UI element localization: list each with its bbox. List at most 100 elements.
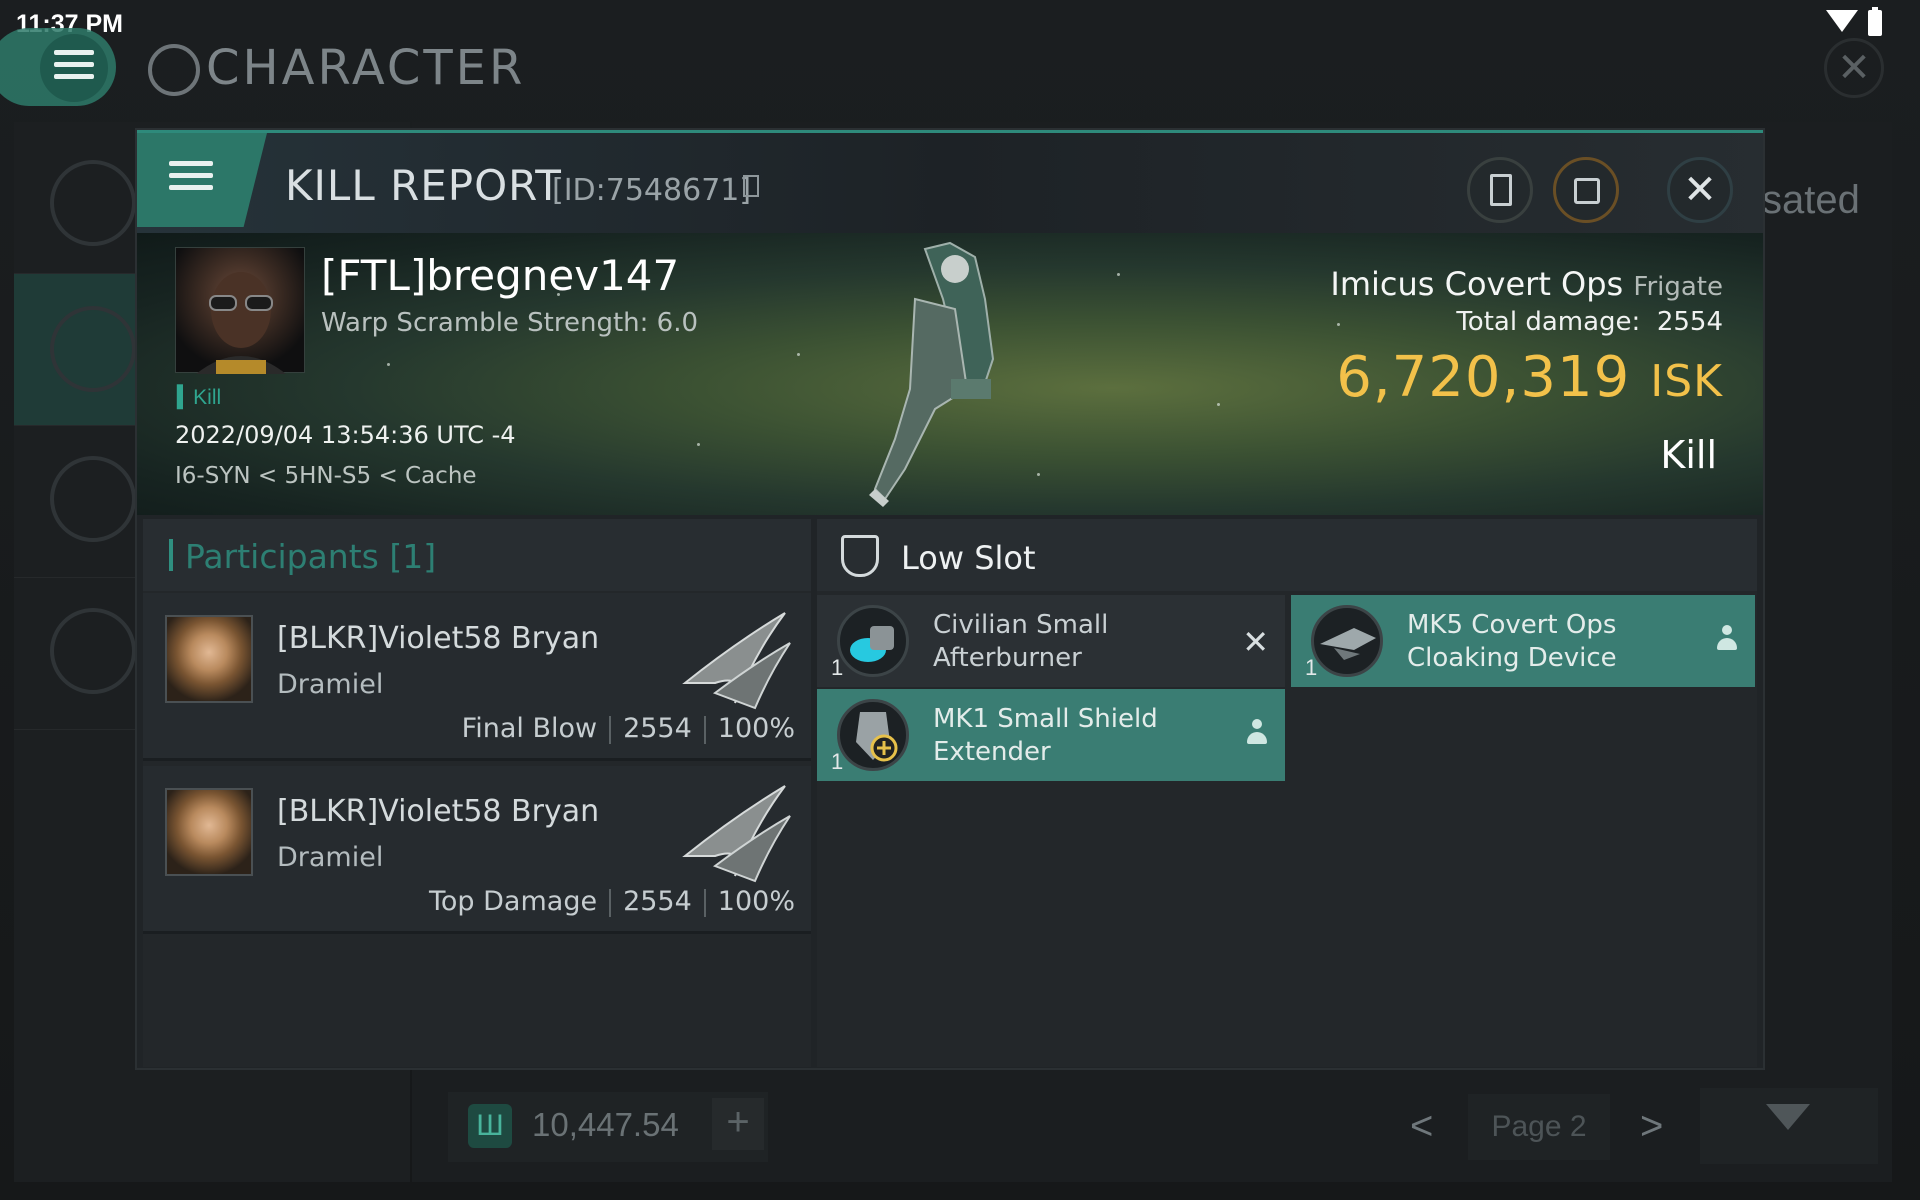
kill-datetime: 2022/09/04 13:54:36 UTC -4 — [175, 421, 516, 449]
module-quantity: 1 — [1305, 655, 1318, 680]
share-icon — [1574, 178, 1600, 204]
crossed-swords-icon — [50, 306, 136, 392]
participants-label: Participants — [185, 537, 379, 576]
result-label: Kill — [1660, 433, 1717, 477]
modal-menu-button[interactable] — [137, 133, 267, 227]
share-button[interactable] — [1553, 157, 1619, 223]
participant-row[interactable]: [BLKR]Violet58 Bryan Dramiel Top Damage 2… — [143, 766, 811, 934]
page-prev-button[interactable]: < — [1410, 1104, 1433, 1149]
avatar — [196, 272, 286, 374]
person-icon — [1247, 719, 1267, 747]
status-icons — [1826, 7, 1896, 38]
page-next-button[interactable]: > — [1640, 1104, 1663, 1149]
avatar — [165, 615, 253, 703]
report-id: [ID:7548671] — [552, 173, 752, 208]
close-button[interactable]: ✕ — [1667, 157, 1733, 223]
participants-count: [1] — [389, 537, 437, 576]
menu-icon — [54, 50, 94, 86]
participant-role: Top Damage — [429, 886, 598, 917]
participants-panel: Participants [1] [BLKR]Violet58 Bryan Dr… — [143, 519, 811, 1067]
person-icon — [1717, 625, 1737, 653]
filter-icon — [1766, 1104, 1810, 1130]
victim-name[interactable]: [FTL]bregnev147 — [321, 251, 679, 300]
participant-row[interactable]: [BLKR]Violet58 Bryan Dramiel Final Blow 2… — [143, 593, 811, 761]
cloaking-device-icon — [1311, 605, 1383, 677]
notes-button[interactable] — [1467, 157, 1533, 223]
rail-item-menu[interactable] — [14, 122, 136, 274]
warp-scramble-strength: Warp Scramble Strength: 6.0 — [321, 308, 699, 338]
copy-icon[interactable] — [743, 175, 759, 197]
participant-ship: Dramiel — [277, 842, 384, 873]
module-quantity: 1 — [831, 749, 844, 774]
battery-icon — [1868, 7, 1882, 36]
rail-item-standings[interactable] — [14, 578, 136, 730]
wallet-icon: Ш — [468, 1104, 512, 1148]
participant-name: [BLKR]Violet58 Bryan — [277, 794, 600, 829]
total-damage-value: 2554 — [1656, 307, 1723, 337]
ship-name-text: Imicus Covert Ops — [1330, 265, 1624, 303]
background-partial-text: sated — [1762, 178, 1860, 222]
kill-location[interactable]: I6-SYN < 5HN-S5 < Cache — [175, 463, 477, 489]
module-item[interactable]: 1 Civilian Small Afterburner ✕ — [817, 595, 1285, 687]
victim-ship-image[interactable] — [855, 239, 1045, 509]
character-icon — [148, 44, 200, 96]
kill-report-modal: KILL REPORT [ID:7548671] ✕ [FTL]bregnev1… — [137, 130, 1763, 1068]
close-icon: ✕ — [1683, 168, 1717, 212]
afterburner-icon — [837, 605, 909, 677]
module-item[interactable]: 1 MK1 Small Shield Extender — [817, 689, 1285, 781]
modal-title: KILL REPORT — [285, 161, 562, 210]
module-name: Civilian Small Afterburner — [933, 610, 1109, 673]
modal-header: KILL REPORT [ID:7548671] ✕ — [137, 133, 1763, 233]
victim-portrait[interactable] — [175, 247, 305, 374]
participants-title: Participants [1] — [185, 537, 436, 576]
star-circle-icon — [50, 608, 136, 694]
kill-tag: ▍Kill — [177, 386, 222, 409]
ship-class: Frigate — [1633, 272, 1723, 302]
isk-amount: 6,720,319 — [1336, 345, 1631, 410]
module-name: MK1 Small Shield Extender — [933, 704, 1158, 767]
module-name: MK5 Covert Ops Cloaking Device — [1407, 610, 1617, 673]
rail-item-medals[interactable] — [14, 426, 136, 578]
victim-banner: [FTL]bregnev147 Warp Scramble Strength: … — [137, 233, 1763, 515]
participant-stats: Top Damage 2554 100% — [429, 886, 795, 917]
tab-indicator — [169, 539, 173, 571]
main-menu-icon-circle[interactable] — [40, 34, 108, 102]
kill-tag-label: Kill — [193, 386, 222, 409]
isk-value: 6,720,319 ISK — [1336, 345, 1723, 410]
participant-percent: 100% — [717, 886, 795, 917]
avatar — [165, 788, 253, 876]
dramiel-ship-icon — [682, 612, 791, 710]
dramiel-ship-icon — [682, 785, 791, 883]
rail-item-combat[interactable] — [14, 274, 136, 426]
list-icon — [50, 160, 136, 246]
wifi-icon — [1826, 10, 1858, 32]
participant-damage: 2554 — [623, 713, 692, 744]
module-quantity: 1 — [831, 655, 844, 680]
shield-slot-icon — [841, 535, 879, 577]
fitting-panel: Low Slot 1 Civilian Small Afterburner ✕ … — [817, 519, 1757, 1067]
total-damage: Total damage: 2554 — [1456, 307, 1723, 337]
participants-header[interactable]: Participants [1] — [143, 519, 811, 591]
participant-ship: Dramiel — [277, 669, 384, 700]
shield-extender-icon — [837, 699, 909, 771]
star-badge-icon — [50, 456, 136, 542]
wallet-value: 10,447.54 — [532, 1106, 679, 1143]
page-indicator: Page 2 — [1468, 1094, 1610, 1160]
page-title: CHARACTER — [206, 40, 526, 96]
victim-ship-name[interactable]: Imicus Covert Ops Frigate — [1330, 265, 1723, 303]
wallet-add-button[interactable]: + — [712, 1098, 764, 1150]
destroyed-icon: ✕ — [1242, 624, 1269, 660]
participant-name: [BLKR]Violet58 Bryan — [277, 621, 600, 656]
isk-unit: ISK — [1650, 356, 1723, 407]
participant-role: Final Blow — [461, 713, 598, 744]
participant-damage: 2554 — [623, 886, 692, 917]
participant-percent: 100% — [717, 713, 795, 744]
participant-stats: Final Blow 2554 100% — [462, 713, 795, 744]
menu-icon — [169, 161, 213, 197]
module-item[interactable]: 1 MK5 Covert Ops Cloaking Device — [1291, 595, 1755, 687]
slot-header: Low Slot — [817, 519, 1757, 591]
background-close-button[interactable]: ✕ — [1824, 38, 1884, 98]
slot-title: Low Slot — [901, 539, 1036, 577]
notes-icon — [1490, 174, 1512, 206]
total-damage-label: Total damage: — [1456, 307, 1641, 337]
